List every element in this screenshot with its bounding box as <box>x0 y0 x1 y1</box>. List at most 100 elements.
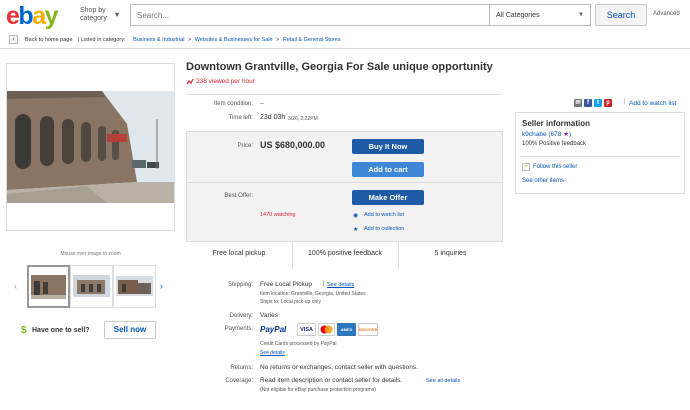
thumbnail-photo <box>71 266 112 307</box>
mastercard-logo <box>318 323 335 336</box>
follow-seller-link[interactable]: Follow this seller <box>533 164 577 170</box>
add-to-watch-list-link[interactable]: Add to watch list <box>364 212 404 218</box>
storefront-photo <box>7 64 174 230</box>
seller-score[interactable]: (678 <box>548 131 561 138</box>
thumbnail-1[interactable] <box>27 265 70 308</box>
price-label: Price: <box>237 143 253 149</box>
pipe-separator: | <box>323 281 325 287</box>
payments-label: Payments: <box>224 326 253 332</box>
breadcrumb: Back to home page | Listed in category: … <box>25 37 341 43</box>
search-button[interactable]: Search <box>595 4 647 26</box>
zoom-hint: Mouse over image to zoom <box>60 251 121 257</box>
add-to-watch-list-link-2[interactable]: Add to watch list <box>629 100 676 107</box>
main-item-image[interactable] <box>6 63 175 231</box>
email-icon[interactable]: ✉ <box>574 99 582 107</box>
time-left-date: 3/26, 2:22PM <box>288 116 318 122</box>
divider <box>186 94 502 95</box>
mastercard-icon <box>320 325 333 334</box>
thumbnail-photo <box>114 266 155 307</box>
best-offer-label: Best Offer: <box>224 193 253 199</box>
make-offer-button[interactable]: Make Offer <box>352 190 424 205</box>
logo-letter-a: a <box>32 2 46 30</box>
stat-positive-feedback: 100% positive feedback <box>308 250 382 257</box>
share-row: ✉ f t p <box>574 99 614 107</box>
ebay-logo[interactable]: ebay <box>6 2 59 30</box>
returns-label: Returns: <box>230 365 253 371</box>
shipping-label: Shipping: <box>227 282 253 288</box>
amex-logo: AMEX <box>337 323 356 336</box>
coverage-note: (Not eligible for eBay purchase protecti… <box>260 387 376 393</box>
coverage-value: Read item description or contact seller … <box>260 377 403 384</box>
thumb-prev-icon[interactable]: ‹ <box>14 281 17 291</box>
sell-now-button[interactable]: Sell now <box>104 321 156 339</box>
crumb-retail-general[interactable]: Retail & General Stores <box>283 37 341 43</box>
visa-logo: VISA <box>297 323 316 336</box>
dollar-icon: $ <box>21 325 27 336</box>
paypal-logo: PayPal <box>260 325 287 334</box>
stat-free-pickup: Free local pickup <box>212 250 266 257</box>
delivery-value: Varies <box>260 312 278 319</box>
ships-to: Ships to: Local pick-up only <box>260 299 321 305</box>
see-all-details-link[interactable]: See all details <box>426 378 460 384</box>
plus-icon[interactable]: + <box>522 163 530 171</box>
logo-letter-b: b <box>18 2 33 30</box>
delivery-label: Delivery: <box>229 313 253 319</box>
watching-count: 1470 watching <box>260 212 296 218</box>
crumb-business-industrial[interactable]: Business & Industrial <box>133 37 184 43</box>
time-left-label: Time left: <box>228 115 253 121</box>
pinterest-icon[interactable]: p <box>604 99 612 107</box>
condition-label: Item condition: <box>213 101 253 107</box>
category-select-value: All Categories <box>496 12 540 19</box>
crumb-websites-businesses[interactable]: Websites & Businesses for Sale <box>195 37 273 43</box>
returns-value: No returns or exchanges, contact seller … <box>260 364 418 371</box>
have-one-to-sell: Have one to sell? <box>32 327 90 334</box>
seller-feedback: 100% Positive feedback <box>522 141 587 147</box>
star-icon: ★ <box>353 227 359 233</box>
seller-name-link[interactable]: k9chabe <box>522 131 547 138</box>
seller-score-close: ) <box>569 131 572 138</box>
eye-icon <box>186 78 194 86</box>
chevron-down-icon: ▼ <box>578 12 584 18</box>
logo-letter-y: y <box>44 2 59 30</box>
condition-value: -- <box>260 101 264 107</box>
credit-note: Credit Cards processed by PayPal <box>260 341 337 347</box>
shop-by-label: Shop by category <box>80 7 107 22</box>
divider <box>186 182 503 183</box>
coverage-label: Coverage: <box>225 378 253 384</box>
item-location: Item location: Grantville, Georgia, Unit… <box>260 291 366 297</box>
thumbnail-photo <box>29 267 68 306</box>
see-details-link[interactable]: See details <box>327 282 354 288</box>
views-per-hour: 238 viewed per hour <box>196 78 255 85</box>
add-to-collection-link[interactable]: Add to collection <box>364 226 404 232</box>
pipe-separator: | <box>624 99 626 105</box>
back-arrow-icon[interactable]: ‹ <box>9 35 18 44</box>
facebook-icon[interactable]: f <box>584 99 592 107</box>
seller-name-row: k9chabe (678 ★) <box>522 130 571 138</box>
shop-by-category-button[interactable]: Shop by category ▾ <box>80 7 128 23</box>
stat-inquiries: 5 inquiries <box>434 250 467 257</box>
add-to-cart-button[interactable]: Add to cart <box>352 162 424 177</box>
see-other-items-link[interactable]: See other items <box>522 178 564 184</box>
thumbnail-3[interactable] <box>113 265 156 308</box>
crumb-separator: > <box>276 37 280 43</box>
search-input[interactable]: Search... <box>130 4 490 26</box>
thumb-next-icon[interactable]: › <box>160 281 163 291</box>
eye-icon: ◉ <box>353 213 359 219</box>
shipping-value: Free Local Pickup <box>260 281 313 288</box>
seller-info-title: Seller information <box>522 119 591 128</box>
advanced-search-link[interactable]: Advanced <box>653 11 680 17</box>
buy-it-now-button[interactable]: Buy It Now <box>352 139 424 154</box>
category-select[interactable]: All Categories ▼ <box>489 4 591 26</box>
twitter-icon[interactable]: t <box>594 99 602 107</box>
crumb-separator: > <box>187 37 192 43</box>
listed-in-label: | Listed in category: <box>77 37 126 43</box>
logo-letter-e: e <box>6 2 20 30</box>
price: US $680,000.00 <box>260 140 326 150</box>
divider <box>520 156 680 157</box>
back-to-home-link[interactable]: Back to home page <box>25 37 72 43</box>
item-title: Downtown Grantville, Georgia For Sale un… <box>186 61 493 73</box>
thumbnail-2[interactable] <box>70 265 113 308</box>
time-left-value: 23d 03h <box>260 114 286 121</box>
chevron-down-icon: ▾ <box>115 10 120 19</box>
see-details-link-2[interactable]: See details <box>260 350 285 356</box>
